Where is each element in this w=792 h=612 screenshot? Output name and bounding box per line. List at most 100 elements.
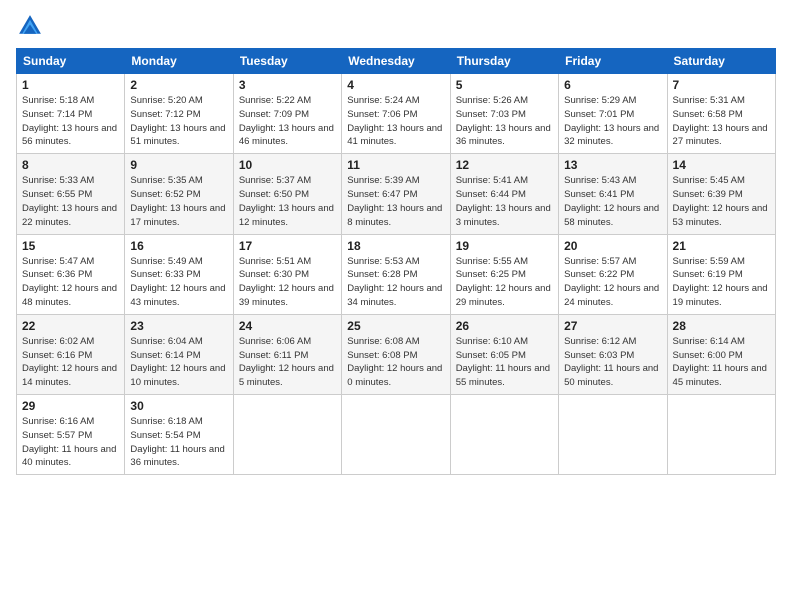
day-number: 24 xyxy=(239,319,336,333)
day-number: 14 xyxy=(673,158,770,172)
calendar-cell: 10 Sunrise: 5:37 AMSunset: 6:50 PMDayligh… xyxy=(233,154,341,234)
calendar-cell: 13Sunrise: 5:43 AMSunset: 6:41 PMDayligh… xyxy=(559,154,667,234)
day-number: 30 xyxy=(130,399,227,413)
day-info: Sunrise: 5:24 AMSunset: 7:06 PMDaylight:… xyxy=(347,95,442,147)
calendar-cell: 3 Sunrise: 5:22 AMSunset: 7:09 PMDaylight… xyxy=(233,74,341,154)
calendar-cell: 20Sunrise: 5:57 AMSunset: 6:22 PMDayligh… xyxy=(559,234,667,314)
day-number: 19 xyxy=(456,239,553,253)
day-info: Sunrise: 6:10 AMSunset: 6:05 PMDaylight:… xyxy=(456,336,550,388)
day-number: 12 xyxy=(456,158,553,172)
day-number: 17 xyxy=(239,239,336,253)
logo-icon xyxy=(16,12,44,40)
calendar-cell xyxy=(559,395,667,475)
day-number: 6 xyxy=(564,78,661,92)
calendar-cell: 30 Sunrise: 6:18 AMSunset: 5:54 PMDayligh… xyxy=(125,395,233,475)
day-info: Sunrise: 5:55 AMSunset: 6:25 PMDaylight:… xyxy=(456,256,551,308)
calendar-cell: 7 Sunrise: 5:31 AMSunset: 6:58 PMDaylight… xyxy=(667,74,775,154)
day-number: 7 xyxy=(673,78,770,92)
day-info: Sunrise: 6:12 AMSunset: 6:03 PMDaylight:… xyxy=(564,336,658,388)
weekday-tuesday: Tuesday xyxy=(233,49,341,74)
calendar-cell: 24 Sunrise: 6:06 AMSunset: 6:11 PMDayligh… xyxy=(233,314,341,394)
day-info: Sunrise: 5:59 AMSunset: 6:19 PMDaylight:… xyxy=(673,256,768,308)
calendar-cell: 26 Sunrise: 6:10 AMSunset: 6:05 PMDayligh… xyxy=(450,314,558,394)
logo xyxy=(16,12,48,40)
calendar-cell: 14 Sunrise: 5:45 AMSunset: 6:39 PMDayligh… xyxy=(667,154,775,234)
calendar-cell: 1 Sunrise: 5:18 AMSunset: 7:14 PMDaylight… xyxy=(17,74,125,154)
day-number: 28 xyxy=(673,319,770,333)
day-info: Sunrise: 5:22 AMSunset: 7:09 PMDaylight:… xyxy=(239,95,334,147)
day-info: Sunrise: 5:47 AMSunset: 6:36 PMDaylight:… xyxy=(22,256,117,308)
day-info: Sunrise: 5:53 AMSunset: 6:28 PMDaylight:… xyxy=(347,256,442,308)
day-number: 25 xyxy=(347,319,444,333)
calendar-cell: 8Sunrise: 5:33 AMSunset: 6:55 PMDaylight… xyxy=(17,154,125,234)
day-number: 18 xyxy=(347,239,444,253)
day-info: Sunrise: 5:18 AMSunset: 7:14 PMDaylight:… xyxy=(22,95,117,147)
calendar-cell xyxy=(342,395,450,475)
calendar-cell: 18 Sunrise: 5:53 AMSunset: 6:28 PMDayligh… xyxy=(342,234,450,314)
week-row-5: 29Sunrise: 6:16 AMSunset: 5:57 PMDayligh… xyxy=(17,395,776,475)
calendar-cell: 6 Sunrise: 5:29 AMSunset: 7:01 PMDaylight… xyxy=(559,74,667,154)
day-info: Sunrise: 5:45 AMSunset: 6:39 PMDaylight:… xyxy=(673,175,768,227)
day-number: 20 xyxy=(564,239,661,253)
day-number: 9 xyxy=(130,158,227,172)
week-row-1: 1 Sunrise: 5:18 AMSunset: 7:14 PMDaylight… xyxy=(17,74,776,154)
day-number: 23 xyxy=(130,319,227,333)
calendar-cell: 19 Sunrise: 5:55 AMSunset: 6:25 PMDayligh… xyxy=(450,234,558,314)
calendar-cell: 23 Sunrise: 6:04 AMSunset: 6:14 PMDayligh… xyxy=(125,314,233,394)
day-number: 5 xyxy=(456,78,553,92)
calendar-cell: 22Sunrise: 6:02 AMSunset: 6:16 PMDayligh… xyxy=(17,314,125,394)
day-info: Sunrise: 6:04 AMSunset: 6:14 PMDaylight:… xyxy=(130,336,225,388)
calendar-cell: 16Sunrise: 5:49 AMSunset: 6:33 PMDayligh… xyxy=(125,234,233,314)
day-info: Sunrise: 5:41 AMSunset: 6:44 PMDaylight:… xyxy=(456,175,551,227)
calendar-cell: 15 Sunrise: 5:47 AMSunset: 6:36 PMDayligh… xyxy=(17,234,125,314)
calendar-cell: 27 Sunrise: 6:12 AMSunset: 6:03 PMDayligh… xyxy=(559,314,667,394)
day-number: 26 xyxy=(456,319,553,333)
day-info: Sunrise: 6:16 AMSunset: 5:57 PMDaylight:… xyxy=(22,416,116,468)
day-number: 11 xyxy=(347,158,444,172)
header xyxy=(16,12,776,40)
week-row-3: 15 Sunrise: 5:47 AMSunset: 6:36 PMDayligh… xyxy=(17,234,776,314)
day-number: 10 xyxy=(239,158,336,172)
calendar-cell: 11 Sunrise: 5:39 AMSunset: 6:47 PMDayligh… xyxy=(342,154,450,234)
day-info: Sunrise: 5:51 AMSunset: 6:30 PMDaylight:… xyxy=(239,256,334,308)
day-info: Sunrise: 5:20 AMSunset: 7:12 PMDaylight:… xyxy=(130,95,225,147)
weekday-saturday: Saturday xyxy=(667,49,775,74)
day-info: Sunrise: 6:06 AMSunset: 6:11 PMDaylight:… xyxy=(239,336,334,388)
day-number: 1 xyxy=(22,78,119,92)
calendar-cell: 21 Sunrise: 5:59 AMSunset: 6:19 PMDayligh… xyxy=(667,234,775,314)
day-info: Sunrise: 5:43 AMSunset: 6:41 PMDaylight:… xyxy=(564,175,659,227)
week-row-2: 8Sunrise: 5:33 AMSunset: 6:55 PMDaylight… xyxy=(17,154,776,234)
day-info: Sunrise: 5:49 AMSunset: 6:33 PMDaylight:… xyxy=(130,256,225,308)
day-number: 15 xyxy=(22,239,119,253)
day-info: Sunrise: 6:14 AMSunset: 6:00 PMDaylight:… xyxy=(673,336,767,388)
calendar-cell: 17 Sunrise: 5:51 AMSunset: 6:30 PMDayligh… xyxy=(233,234,341,314)
calendar-cell: 5 Sunrise: 5:26 AMSunset: 7:03 PMDaylight… xyxy=(450,74,558,154)
weekday-sunday: Sunday xyxy=(17,49,125,74)
week-row-4: 22Sunrise: 6:02 AMSunset: 6:16 PMDayligh… xyxy=(17,314,776,394)
calendar-cell xyxy=(450,395,558,475)
day-number: 3 xyxy=(239,78,336,92)
calendar-cell: 4 Sunrise: 5:24 AMSunset: 7:06 PMDaylight… xyxy=(342,74,450,154)
calendar-cell: 9 Sunrise: 5:35 AMSunset: 6:52 PMDaylight… xyxy=(125,154,233,234)
day-number: 4 xyxy=(347,78,444,92)
calendar-cell xyxy=(667,395,775,475)
day-info: Sunrise: 5:37 AMSunset: 6:50 PMDaylight:… xyxy=(239,175,334,227)
calendar-cell: 28 Sunrise: 6:14 AMSunset: 6:00 PMDayligh… xyxy=(667,314,775,394)
weekday-friday: Friday xyxy=(559,49,667,74)
calendar-body: 1 Sunrise: 5:18 AMSunset: 7:14 PMDaylight… xyxy=(17,74,776,475)
day-number: 8 xyxy=(22,158,119,172)
day-info: Sunrise: 5:26 AMSunset: 7:03 PMDaylight:… xyxy=(456,95,551,147)
day-info: Sunrise: 6:02 AMSunset: 6:16 PMDaylight:… xyxy=(22,336,117,388)
day-info: Sunrise: 5:31 AMSunset: 6:58 PMDaylight:… xyxy=(673,95,768,147)
day-number: 27 xyxy=(564,319,661,333)
day-info: Sunrise: 6:08 AMSunset: 6:08 PMDaylight:… xyxy=(347,336,442,388)
weekday-wednesday: Wednesday xyxy=(342,49,450,74)
day-info: Sunrise: 6:18 AMSunset: 5:54 PMDaylight:… xyxy=(130,416,224,468)
weekday-header-row: SundayMondayTuesdayWednesdayThursdayFrid… xyxy=(17,49,776,74)
day-info: Sunrise: 5:39 AMSunset: 6:47 PMDaylight:… xyxy=(347,175,442,227)
page: SundayMondayTuesdayWednesdayThursdayFrid… xyxy=(0,0,792,612)
day-info: Sunrise: 5:29 AMSunset: 7:01 PMDaylight:… xyxy=(564,95,659,147)
day-number: 21 xyxy=(673,239,770,253)
weekday-thursday: Thursday xyxy=(450,49,558,74)
day-info: Sunrise: 5:35 AMSunset: 6:52 PMDaylight:… xyxy=(130,175,225,227)
